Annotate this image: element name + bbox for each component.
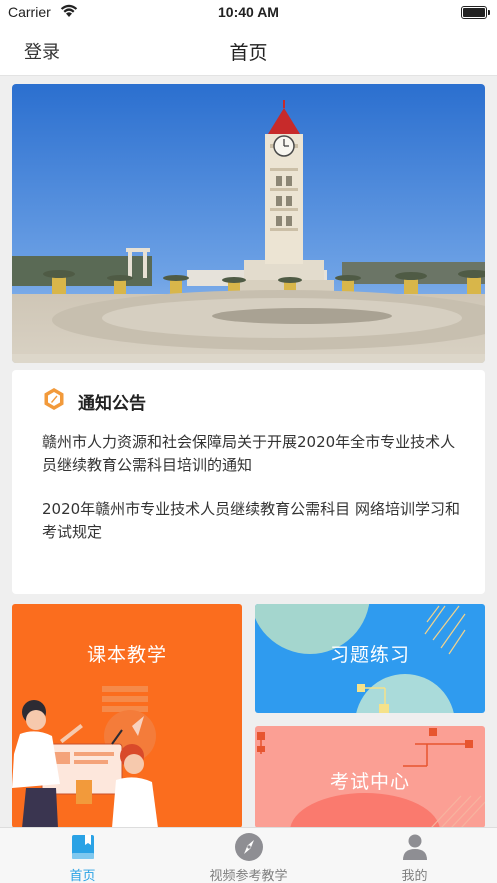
tab-mine[interactable]: 我的 [332, 828, 497, 883]
notice-item[interactable]: 赣州市人力资源和社会保障局关于开展2020年全市专业技术人员继续教育公需科目培训… [42, 431, 462, 477]
clock-tower-plaza-photo [12, 84, 485, 363]
person-icon [402, 834, 427, 860]
tab-mine-label: 我的 [401, 869, 428, 883]
notice-item[interactable]: 2020年赣州市专业技术人员继续教育公需科目 网络培训学习和考试规定 [42, 498, 462, 544]
navigation-bar: 登录 首页 [0, 26, 497, 76]
teacher-illustration [12, 686, 158, 828]
status-bar: Carrier 10:40 AM [0, 0, 497, 26]
exam-center-label: 考试中心 [329, 771, 410, 793]
textbook-teaching-tile[interactable]: 课本教学 [12, 604, 242, 828]
banner-image[interactable] [12, 84, 485, 363]
exercise-practice-label: 习题练习 [329, 644, 410, 666]
notice-icon [44, 388, 64, 410]
textbook-teaching-label: 课本教学 [86, 644, 167, 666]
tab-home-label: 首页 [69, 869, 96, 883]
tab-video-reference[interactable]: 视频参考教学 [166, 828, 331, 883]
book-icon [71, 835, 94, 859]
tab-bar: 首页 视频参考教学 我的 [0, 827, 497, 883]
notice-title: 通知公告 [78, 394, 146, 414]
notice-card: 通知公告 赣州市人力资源和社会保障局关于开展2020年全市专业技术人员继续教育公… [12, 370, 485, 594]
exercise-practice-tile[interactable]: 习题练习 [255, 604, 485, 713]
page-title: 首页 [229, 42, 268, 64]
tab-video-reference-label: 视频参考教学 [209, 869, 288, 883]
tab-home[interactable]: 首页 [0, 828, 165, 883]
exam-center-tile[interactable]: 考试中心 [255, 726, 485, 828]
compass-icon [234, 833, 263, 861]
battery-icon [461, 6, 490, 19]
clock-time: 10:40 AM [218, 4, 279, 20]
